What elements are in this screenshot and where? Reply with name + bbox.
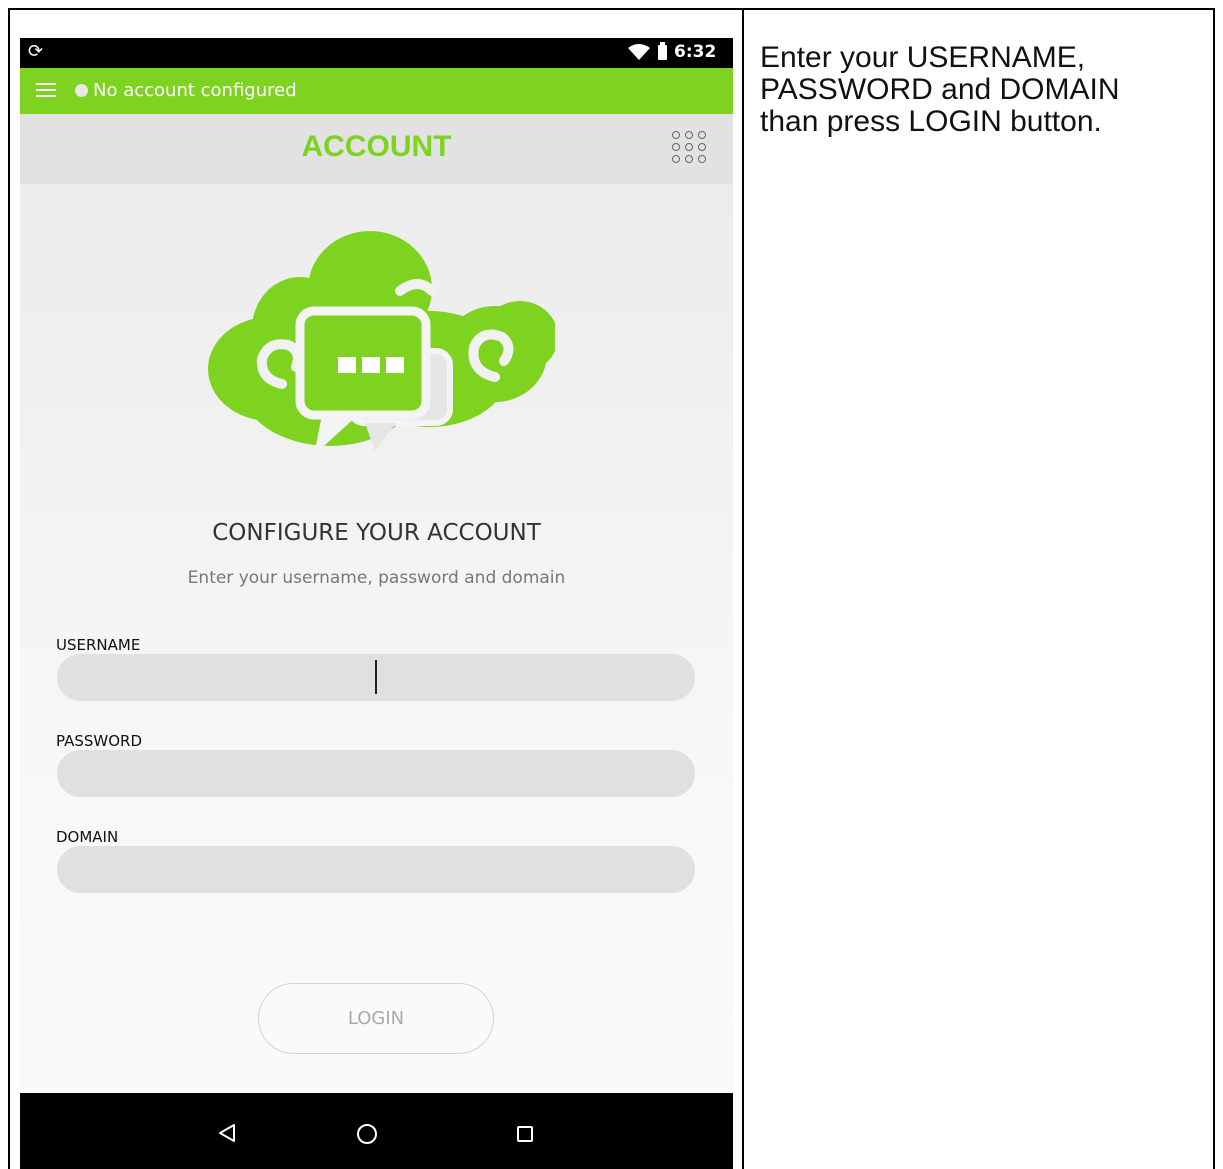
android-nav-bar [20,1093,733,1169]
table-column-divider [742,8,744,1169]
recents-icon[interactable] [517,1126,533,1142]
configure-subheading: Enter your username, password and domain [187,568,566,588]
cloud-chat-logo [208,231,555,455]
password-field[interactable] [57,750,695,797]
sync-icon: ⟳ [28,41,44,62]
dialpad-icon[interactable] [670,131,710,167]
page-title: ACCOUNT [301,130,452,163]
domain-label: DOMAIN [56,828,119,846]
hamburger-menu-icon[interactable] [36,83,56,98]
table-border-top [8,8,1215,10]
phone-screenshot: ⟳ 6:32 No account configured ACCOUNT CON… [20,38,733,1169]
password-label: PASSWORD [56,732,143,750]
account-form-area: CONFIGURE YOUR ACCOUNT Enter your userna… [20,184,733,1093]
table-border-left [8,8,10,1169]
back-icon[interactable] [218,1123,236,1143]
text-caret [375,660,377,694]
clock: 6:32 [674,42,717,62]
table-border-right [1213,8,1215,1169]
home-icon[interactable] [357,1124,377,1144]
status-bar: ⟳ 6:32 [20,38,733,68]
username-label: USERNAME [56,636,141,654]
app-header-bar: No account configured [20,68,733,114]
configure-heading: CONFIGURE YOUR ACCOUNT [212,520,541,546]
battery-icon [658,42,667,60]
title-bar: ACCOUNT [20,114,733,184]
account-status-text: No account configured [93,80,297,101]
login-button[interactable]: LOGIN [258,983,494,1054]
instruction-text: Enter your USERNAME, PASSWORD and DOMAIN… [760,41,1120,138]
wifi-icon [628,44,650,60]
domain-field[interactable] [57,846,695,893]
account-status-dot [75,84,88,97]
